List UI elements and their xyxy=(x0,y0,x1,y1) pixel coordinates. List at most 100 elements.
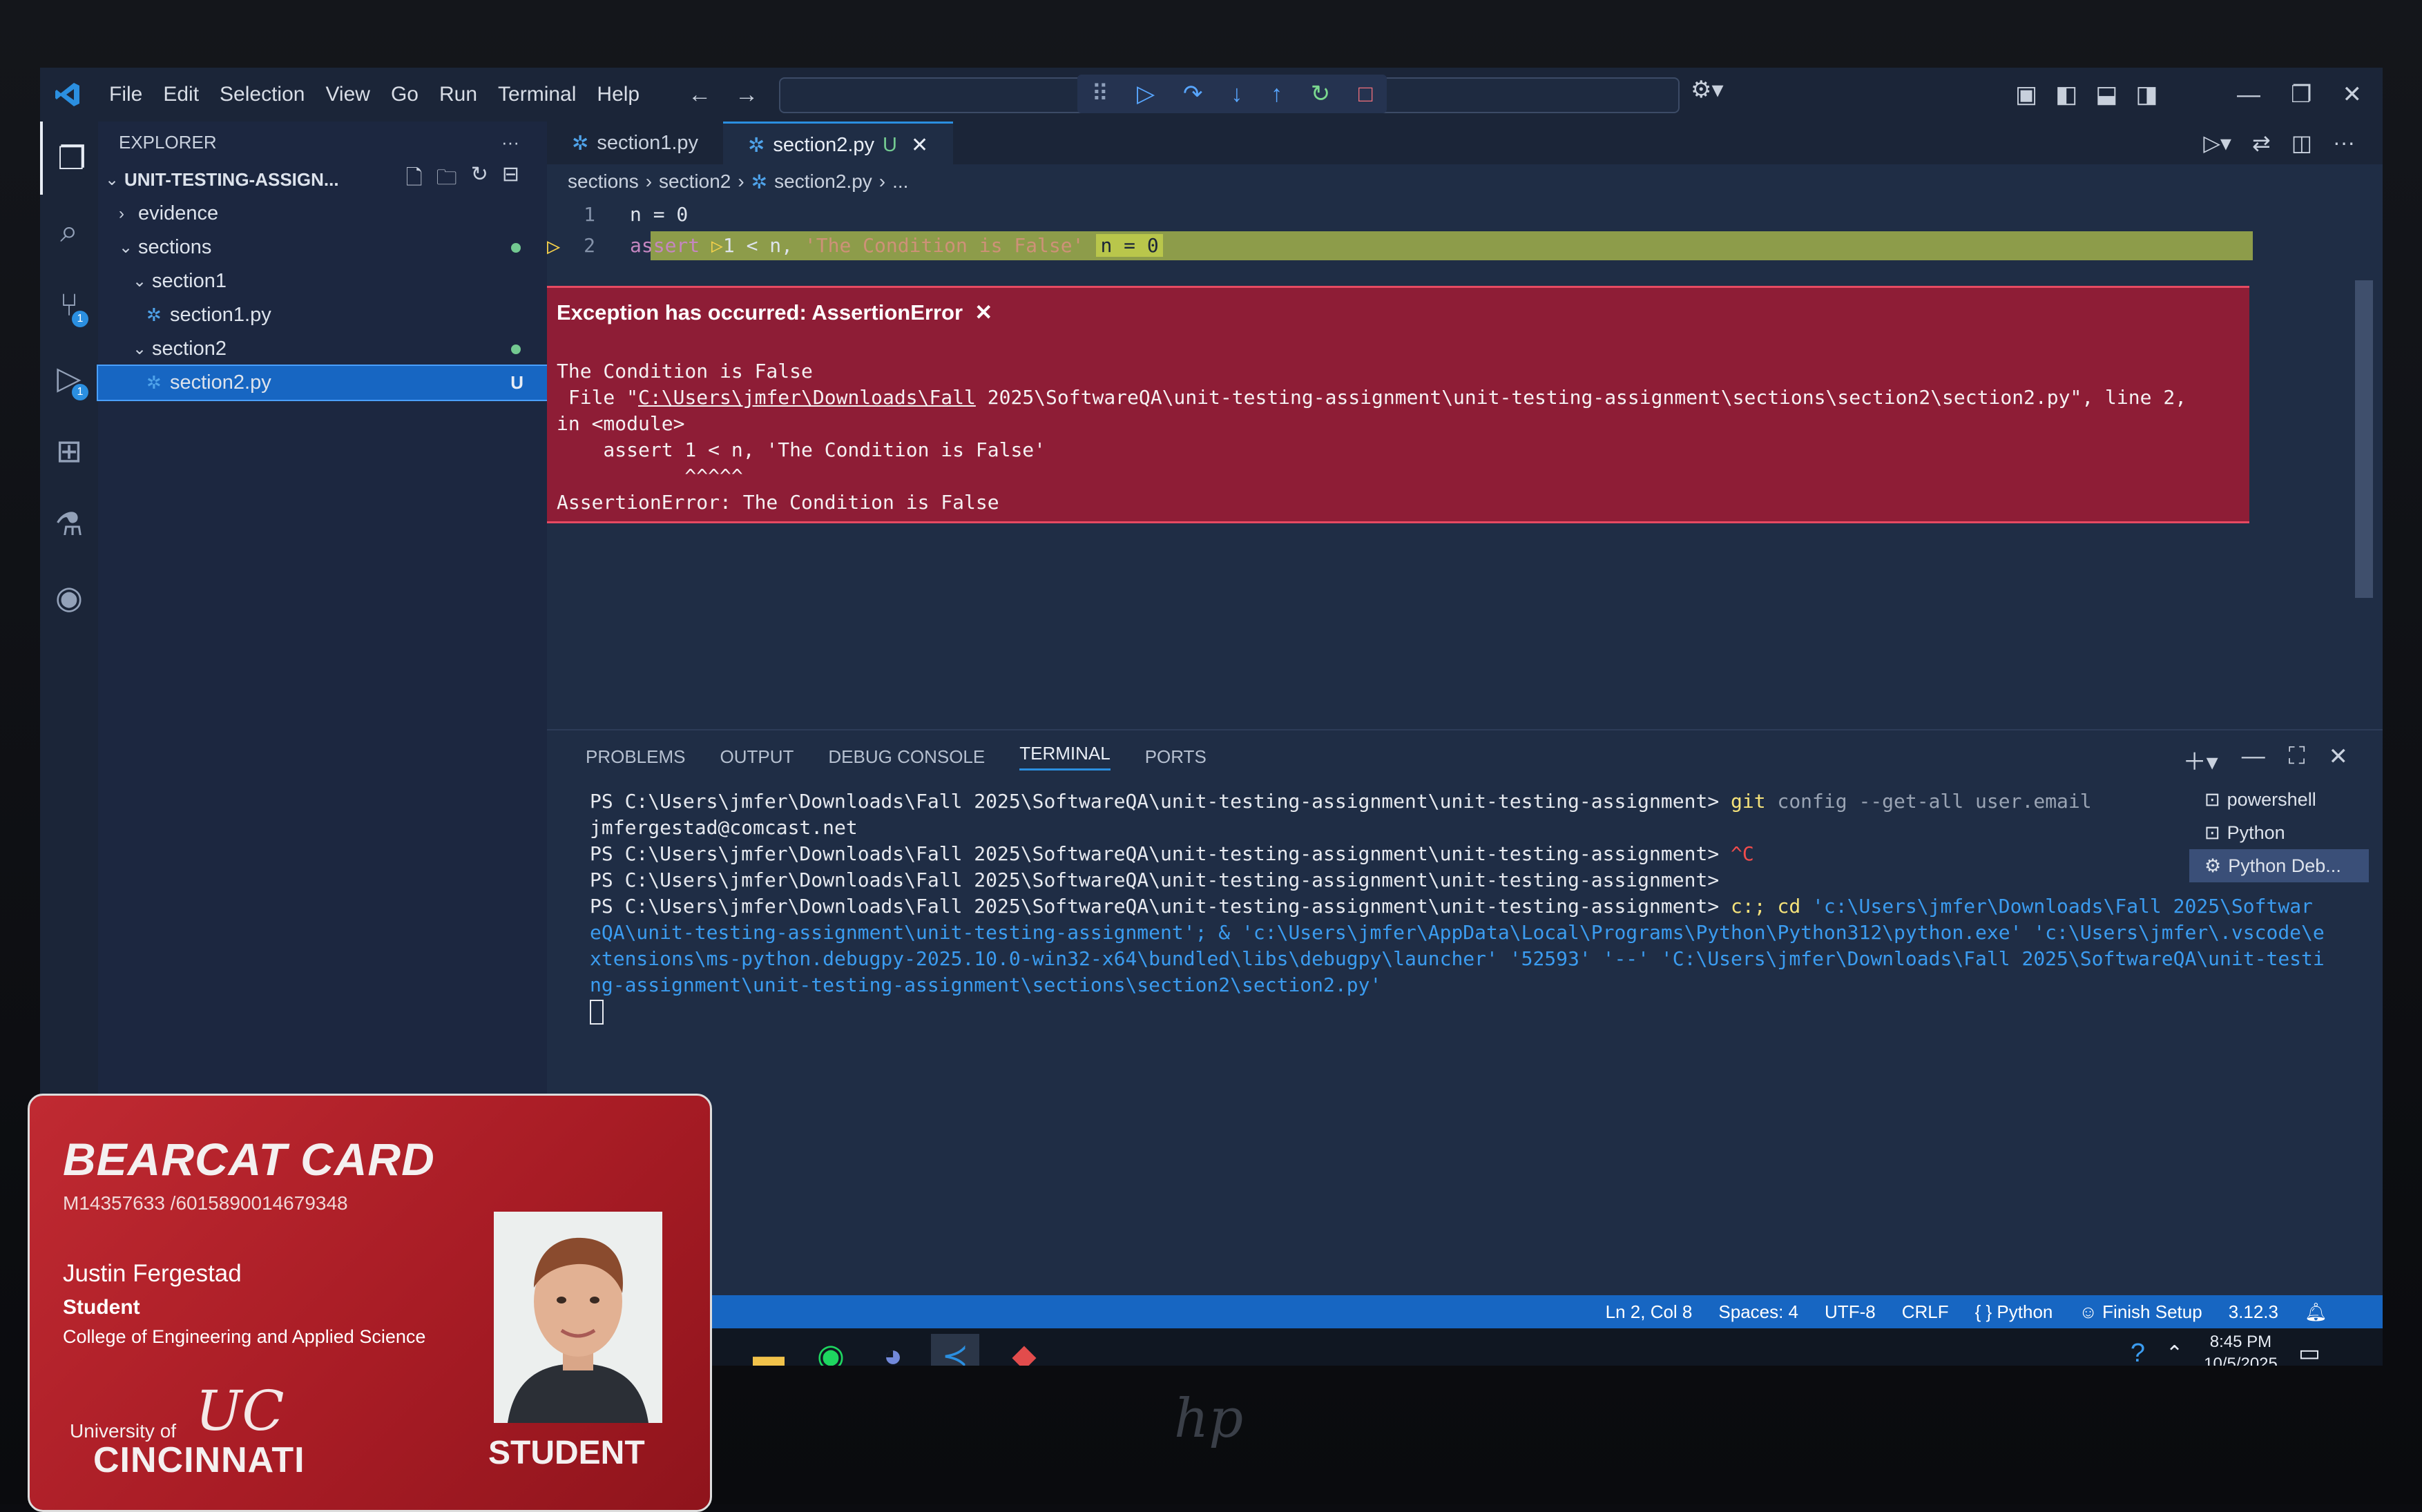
search-icon[interactable]: ⌕ xyxy=(40,195,98,268)
menu-view[interactable]: View xyxy=(325,83,369,106)
chevron-down-icon: ⌄ xyxy=(105,171,119,189)
menu-go[interactable]: Go xyxy=(391,83,419,106)
step-over-icon[interactable]: ↷ xyxy=(1183,80,1203,108)
maximize-panel-icon[interactable]: ⛶ xyxy=(2289,743,2305,777)
run-python-icon[interactable]: ▷▾ xyxy=(2203,130,2231,156)
code-line-2[interactable]: ▷ 2 assert ▷1 < n, 'The Condition is Fal… xyxy=(547,230,2383,261)
git-app-icon[interactable]: ◆ xyxy=(1000,1334,1048,1366)
status-setup-label: Finish Setup xyxy=(2102,1301,2202,1322)
step-into-icon[interactable]: ↓ xyxy=(1231,81,1242,108)
stop-icon[interactable]: □ xyxy=(1358,81,1373,108)
run-debug-icon[interactable]: ▷ 1 xyxy=(40,341,98,414)
system-tray: ? ⌃ 8:45 PM 10/5/2025 ▭ xyxy=(2131,1331,2320,1366)
tree-item-section2-py[interactable]: ✲ section2.py U xyxy=(97,365,548,401)
file-explorer-icon[interactable]: ▬ xyxy=(744,1334,793,1366)
testing-icon[interactable]: ⚗ xyxy=(40,487,98,561)
more-actions-icon[interactable]: ··· xyxy=(501,132,519,153)
toggle-panel-icon[interactable]: ⬓ xyxy=(2095,81,2117,108)
help-icon[interactable]: ? xyxy=(2131,1339,2145,1366)
terminal-item-python-debug[interactable]: ⚙ Python Deb... xyxy=(2189,849,2369,882)
terminal-output[interactable]: PS C:\Users\jmfer\Downloads\Fall 2025\So… xyxy=(590,788,2325,1025)
restore-icon[interactable]: ❐ xyxy=(2291,81,2312,108)
customize-layout-icon[interactable]: ▣ xyxy=(2015,81,2037,108)
tab-section2-py[interactable]: ✲ section2.py U ✕ xyxy=(723,122,954,166)
close-panel-icon[interactable]: ✕ xyxy=(2329,743,2349,777)
workspace-root[interactable]: ⌄ UNIT-TESTING-ASSIGN... 🗋 🗀 ↻ ⊟ xyxy=(98,163,547,197)
toggle-sidebar-icon[interactable]: ◧ xyxy=(2055,81,2077,108)
tree-item-section2[interactable]: ⌄ section2 xyxy=(98,332,547,366)
traceback-file-link[interactable]: C:\Users\jmfer\Downloads\Fall xyxy=(638,386,976,409)
chevron-up-icon[interactable]: ⌃ xyxy=(2166,1341,2183,1366)
tree-item-evidence[interactable]: › evidence xyxy=(98,197,547,231)
forward-arrow-icon[interactable]: → xyxy=(735,81,758,108)
close-window-icon[interactable]: ✕ xyxy=(2343,81,2363,108)
status-cursor-position[interactable]: Ln 2, Col 8 xyxy=(1606,1301,1693,1323)
notifications-bell-icon[interactable]: 🔔︎ xyxy=(2305,1301,2327,1323)
terminal-item-label: Python xyxy=(2227,822,2285,843)
notification-center-icon[interactable]: ▭ xyxy=(2298,1339,2320,1366)
spotify-icon[interactable]: ◉ xyxy=(807,1334,855,1366)
clock[interactable]: 8:45 PM 10/5/2025 xyxy=(2204,1331,2278,1366)
menu-selection[interactable]: Selection xyxy=(220,83,305,106)
new-terminal-icon[interactable]: ＋▾ xyxy=(2183,743,2218,777)
close-exception-icon[interactable]: ✕ xyxy=(969,300,992,324)
tab-section1-py[interactable]: ✲ section1.py xyxy=(547,122,723,164)
source-control-icon[interactable]: ⑂ 1 xyxy=(40,268,98,341)
status-finish-setup[interactable]: ☺ Finish Setup xyxy=(2079,1301,2202,1323)
tab-problems[interactable]: PROBLEMS xyxy=(586,746,686,768)
breadcrumb-item[interactable]: section2 xyxy=(659,171,731,193)
github-icon[interactable]: ◉ xyxy=(40,561,98,634)
menu-help[interactable]: Help xyxy=(597,83,640,106)
card-title: BEARCAT CARD xyxy=(63,1134,435,1185)
menu-run[interactable]: Run xyxy=(439,83,477,106)
menu-edit[interactable]: Edit xyxy=(163,83,199,106)
python-file-icon: ✲ xyxy=(748,134,765,157)
menu-terminal[interactable]: Terminal xyxy=(498,83,576,106)
open-changes-icon[interactable]: ⇄ xyxy=(2252,130,2271,156)
toggle-secondary-sidebar-icon[interactable]: ◨ xyxy=(2135,81,2157,108)
terminal-item-powershell[interactable]: ⊡ powershell xyxy=(2189,783,2369,816)
tree-item-sections[interactable]: ⌄ sections xyxy=(98,231,547,264)
status-encoding[interactable]: UTF-8 xyxy=(1825,1301,1876,1323)
status-python-version[interactable]: 3.12.3 xyxy=(2229,1301,2278,1323)
copilot-icon[interactable]: ⚙▾ xyxy=(1691,76,1724,104)
menu-file[interactable]: File xyxy=(109,83,142,106)
status-indentation[interactable]: Spaces: 4 xyxy=(1718,1301,1798,1323)
tree-item-section1[interactable]: ⌄ section1 xyxy=(98,264,547,298)
vscode-taskbar-icon[interactable]: ≺ xyxy=(931,1334,979,1366)
minimize-icon[interactable]: — xyxy=(2237,81,2260,108)
tab-output[interactable]: OUTPUT xyxy=(720,746,794,768)
discord-icon[interactable]: ◕ xyxy=(869,1334,917,1366)
terminal-prompt: PS C:\Users\jmfer\Downloads\Fall 2025\So… xyxy=(590,790,1720,813)
extensions-icon[interactable]: ⊞ xyxy=(40,414,98,487)
step-out-icon[interactable]: ↑ xyxy=(1271,81,1282,108)
new-folder-icon[interactable]: 🗀 xyxy=(436,162,457,197)
code-text: 1 < n, xyxy=(722,234,794,257)
breadcrumb-item[interactable]: section2.py xyxy=(774,171,872,193)
title-bar: File Edit Selection View Go Run Terminal… xyxy=(40,68,2383,122)
explorer-icon[interactable]: ❐ xyxy=(40,122,101,195)
collapse-all-icon[interactable]: ⊟ xyxy=(502,162,519,197)
tree-item-section1-py[interactable]: ✲ section1.py xyxy=(98,298,547,332)
close-tab-icon[interactable]: ✕ xyxy=(911,133,928,157)
split-editor-icon[interactable]: ◫ xyxy=(2291,130,2312,156)
new-file-icon[interactable]: 🗋 xyxy=(406,162,423,197)
terminal-icon: ⊡ xyxy=(2204,788,2220,810)
restart-icon[interactable]: ↻ xyxy=(1311,80,1331,108)
refresh-icon[interactable]: ↻ xyxy=(471,162,488,197)
tab-terminal[interactable]: TERMINAL xyxy=(1019,743,1111,770)
breadcrumb-item[interactable]: sections xyxy=(568,171,639,193)
terminal-item-python[interactable]: ⊡ Python xyxy=(2189,816,2369,849)
tab-debug-console[interactable]: DEBUG CONSOLE xyxy=(828,746,985,768)
code-line-1[interactable]: 1 n = 0 xyxy=(547,199,2383,230)
breadcrumb-item[interactable]: ... xyxy=(892,171,908,193)
continue-icon[interactable]: ▷ xyxy=(1137,80,1155,108)
editor-more-icon[interactable]: ··· xyxy=(2333,130,2355,156)
kill-terminal-icon[interactable]: — xyxy=(2242,743,2265,777)
editor-scrollbar[interactable] xyxy=(2355,280,2373,598)
tab-ports[interactable]: PORTS xyxy=(1145,746,1207,768)
drag-handle-icon[interactable]: ⠿ xyxy=(1091,80,1108,108)
back-arrow-icon[interactable]: ← xyxy=(688,81,711,108)
status-eol[interactable]: CRLF xyxy=(1902,1301,1949,1323)
status-language[interactable]: { } Python xyxy=(1975,1301,2053,1323)
